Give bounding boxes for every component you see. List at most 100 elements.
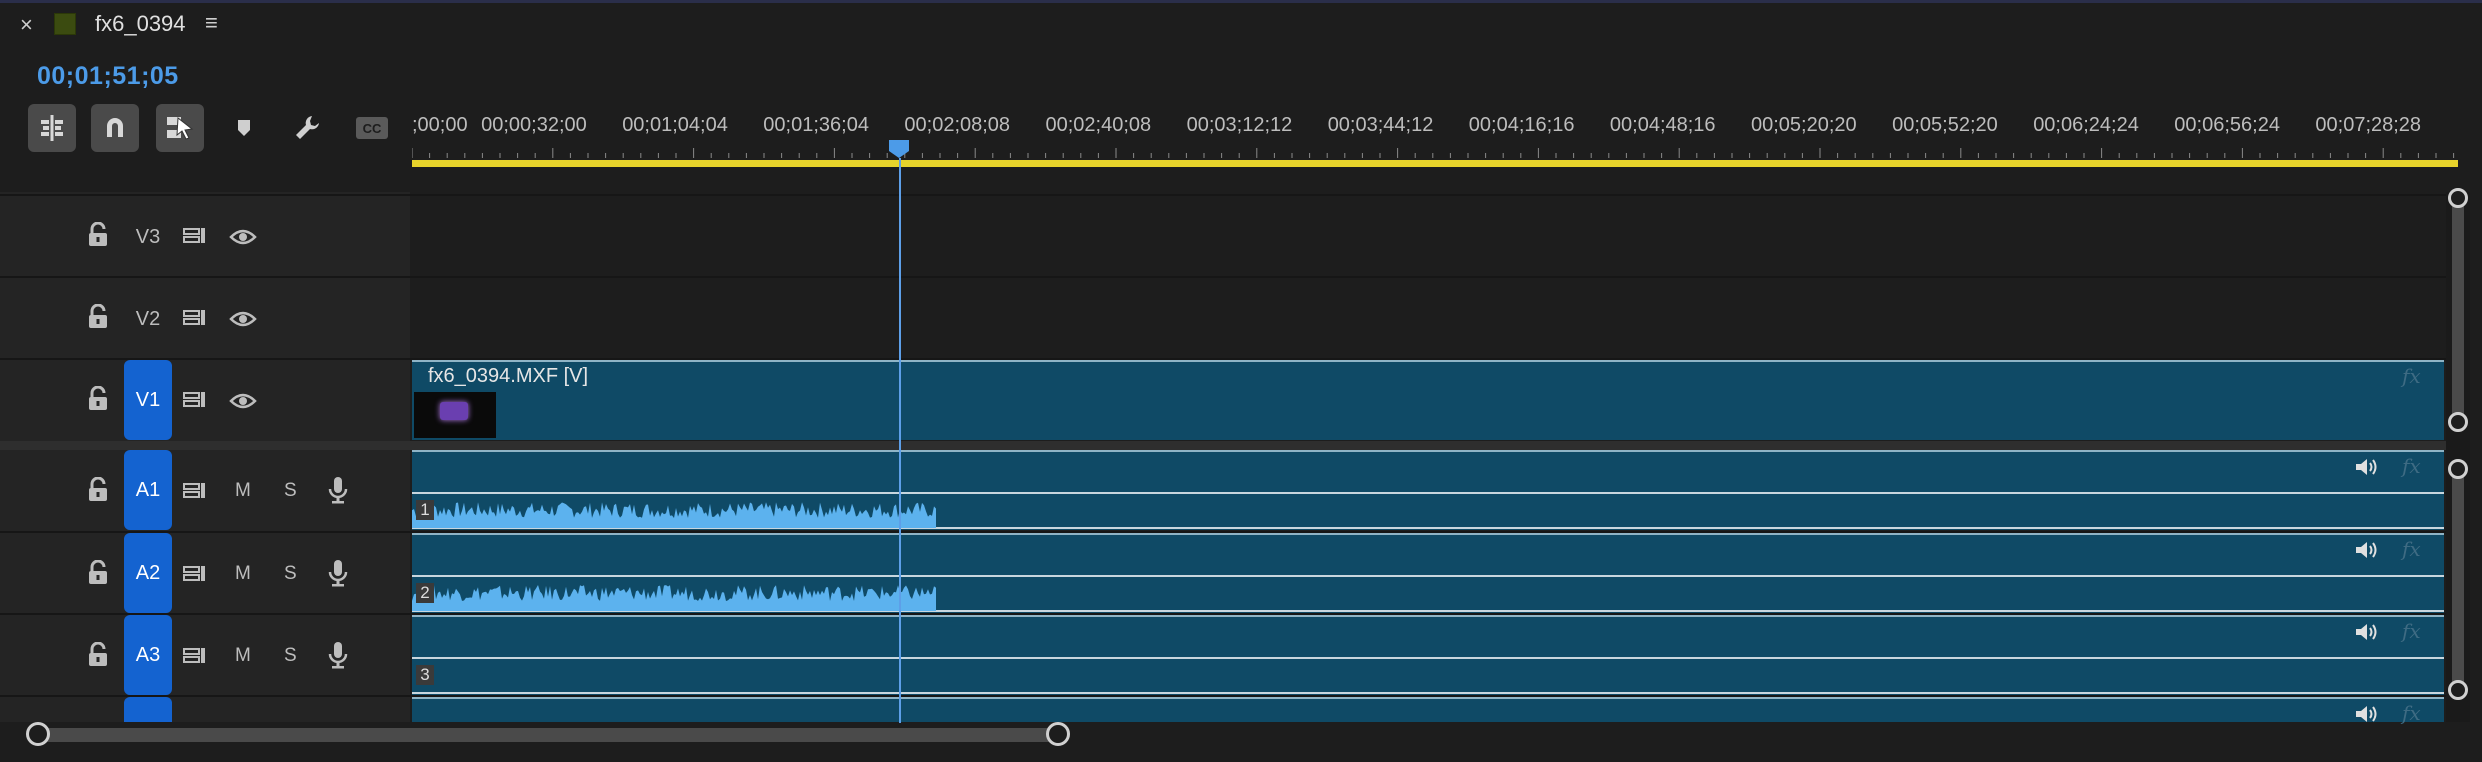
track-label-v3[interactable]: V3 [124, 226, 172, 249]
audio-waveform [412, 585, 936, 611]
track-label-v2[interactable]: V2 [124, 308, 172, 331]
ruler-label: 00;06;56;24 [2174, 114, 2280, 136]
audio-channel-line [412, 492, 2444, 494]
ruler-label: 00;04;16;16 [1468, 114, 1575, 136]
track-target-a2[interactable]: A2 [124, 533, 172, 613]
lock-track-icon[interactable] [86, 559, 110, 591]
ruler-label: 00;05;52;20 [1892, 114, 1998, 136]
mute-button[interactable]: M [235, 480, 251, 502]
clip-volume-icon[interactable] [2354, 622, 2378, 642]
track-divider [0, 276, 2446, 278]
mute-button[interactable]: M [235, 645, 251, 667]
lock-track-icon[interactable] [86, 641, 110, 673]
ruler-label: 00;02;08;08 [904, 114, 1011, 136]
clip-top-edge [412, 450, 2444, 452]
voice-over-record-mic-icon[interactable] [327, 475, 349, 510]
linked-selection-button[interactable] [156, 104, 204, 152]
sync-lock-icon[interactable] [182, 563, 208, 590]
toggle-output-eye-icon[interactable] [229, 227, 257, 252]
zoom-handle-left[interactable] [26, 722, 50, 746]
clip-volume-icon[interactable] [2354, 704, 2378, 724]
voice-over-record-mic-icon[interactable] [327, 640, 349, 675]
sync-lock-icon[interactable] [182, 225, 208, 252]
fx-badge: fx [2402, 537, 2421, 561]
track-target-partial[interactable] [124, 697, 172, 722]
audio-channel-number: 2 [416, 583, 434, 603]
toggle-output-eye-icon[interactable] [229, 391, 257, 416]
clip-top-edge [412, 615, 2444, 617]
solo-button[interactable]: S [284, 645, 297, 667]
track-target-a1[interactable]: A1 [124, 450, 172, 530]
panel-top-border [0, 0, 2482, 3]
timeline-settings-wrench-icon [296, 116, 319, 139]
ruler-label: 00;00;32;00 [481, 114, 587, 136]
clip-top-edge [412, 360, 2444, 362]
ruler-label: 00;06;24;24 [2033, 114, 2139, 136]
ruler-label: 00;02;40;08 [1045, 114, 1152, 136]
lock-track-icon[interactable] [86, 303, 110, 335]
solo-button[interactable]: S [284, 563, 297, 585]
video-scroll-handle-bottom[interactable] [2448, 412, 2468, 432]
video-vertical-scrollbar[interactable] [2452, 202, 2464, 422]
ruler-label: 00;05;20;20 [1751, 114, 1857, 136]
track-target-a3[interactable]: A3 [124, 615, 172, 695]
fx-badge: fx [2402, 364, 2421, 388]
audio-clip[interactable] [412, 697, 2444, 722]
clip-thumbnail [414, 392, 496, 438]
add-marker-icon [238, 120, 250, 136]
track-target-v1[interactable]: V1 [124, 360, 172, 440]
clip-top-edge [412, 697, 2444, 699]
audio-scroll-handle-bottom[interactable] [2448, 680, 2468, 700]
video-clip-v1[interactable] [412, 360, 2444, 440]
audio-channel-line [412, 575, 2444, 577]
captions-cc-icon: CC [356, 117, 388, 139]
playhead-handle[interactable] [889, 140, 909, 158]
panel-menu-icon[interactable]: ≡ [205, 10, 218, 36]
audio-vertical-scrollbar[interactable] [2452, 472, 2464, 690]
toggle-output-eye-icon[interactable] [229, 309, 257, 334]
audio-channel-line [412, 692, 2444, 694]
ruler-label: 00;04;48;16 [1609, 114, 1716, 136]
linked-selection-icon [167, 117, 194, 140]
sequence-tab-title[interactable]: fx6_0394 [95, 11, 186, 37]
ruler-label: ;00;00 [412, 114, 468, 136]
lock-track-icon[interactable] [86, 385, 110, 417]
solo-button[interactable]: S [284, 480, 297, 502]
mute-button[interactable]: M [235, 563, 251, 585]
audio-clip[interactable] [412, 615, 2444, 695]
snap-button[interactable] [91, 104, 139, 152]
sync-lock-icon[interactable] [182, 389, 208, 416]
sync-lock-icon[interactable] [182, 307, 208, 334]
time-ruler[interactable]: ;00;00 00;00;32;00 00;01;04;04 00;01;36;04 0… [412, 108, 2460, 168]
ruler-label: 00;07;28;28 [2315, 114, 2422, 136]
clip-volume-icon[interactable] [2354, 457, 2378, 477]
track-divider [0, 194, 2446, 196]
snap-magnet-icon [107, 118, 123, 137]
video-audio-divider[interactable] [0, 441, 2446, 450]
audio-channel-number: 1 [416, 500, 434, 520]
video-scroll-handle-top[interactable] [2448, 188, 2468, 208]
playhead-line[interactable] [899, 158, 901, 723]
clip-volume-icon[interactable] [2354, 540, 2378, 560]
fx-badge: fx [2402, 619, 2421, 643]
playhead-timecode[interactable]: 00;01;51;05 [37, 62, 179, 91]
audio-scroll-handle-top[interactable] [2448, 459, 2468, 479]
ruler-ticks [412, 148, 2455, 158]
horizontal-zoom-scrollbar[interactable] [28, 728, 1062, 742]
fx-badge: fx [2402, 701, 2421, 725]
sync-lock-icon[interactable] [182, 645, 208, 672]
zoom-handle-right[interactable] [1046, 722, 1070, 746]
sync-lock-icon[interactable] [182, 480, 208, 507]
lock-track-icon[interactable] [86, 221, 110, 253]
timeline-settings-button[interactable] [284, 104, 332, 152]
voice-over-record-mic-icon[interactable] [327, 558, 349, 593]
insert-nest-button[interactable] [28, 104, 76, 152]
work-area-bar[interactable] [412, 160, 2458, 167]
sequence-color-swatch [54, 13, 76, 35]
close-tab-button[interactable]: × [20, 12, 33, 38]
captions-button[interactable]: CC [348, 104, 396, 152]
lock-track-icon[interactable] [86, 476, 110, 508]
fx-badge: fx [2402, 454, 2421, 478]
add-marker-button[interactable] [220, 104, 268, 152]
video-clip-name: fx6_0394.MXF [V] [428, 365, 589, 387]
